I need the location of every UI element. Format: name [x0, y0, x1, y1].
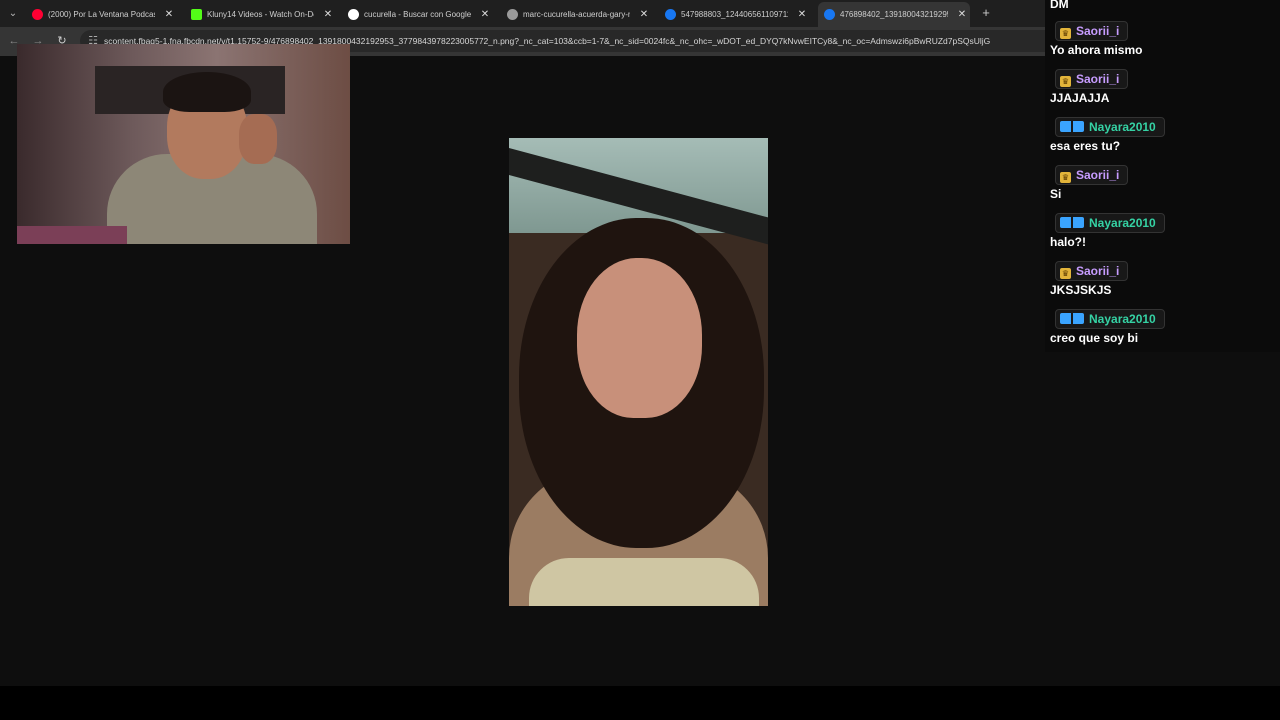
- close-icon[interactable]: ✕: [322, 2, 334, 27]
- globe-icon: [507, 9, 518, 20]
- letterbox-bar: [0, 686, 1280, 720]
- google-icon: [348, 9, 359, 20]
- webcam-person-hand: [239, 114, 277, 164]
- displayed-image[interactable]: [509, 138, 768, 606]
- crown-badge-icon: ♛: [1060, 28, 1071, 39]
- subscriber-badge-icon: [1060, 121, 1084, 132]
- chat-username: ♛ Saorii_i: [1055, 21, 1129, 41]
- tab-kick[interactable]: Kluny14 Videos - Watch On-De ✕: [191, 2, 336, 27]
- tab-article[interactable]: marc-cucurella-acuerda-gary-n ✕: [507, 2, 652, 27]
- chat-message: creo que soy bi: [1050, 331, 1139, 345]
- close-icon[interactable]: ✕: [638, 2, 650, 27]
- chat-username: ♛ Saorii_i: [1055, 165, 1129, 185]
- chat-message: esa eres tu?: [1050, 139, 1121, 153]
- chat-message: Si: [1050, 187, 1062, 201]
- tab-youtube[interactable]: (2000) Por La Ventana Podcast ✕: [32, 2, 177, 27]
- image-shirt-print: [529, 558, 759, 606]
- close-icon[interactable]: ✕: [163, 2, 175, 27]
- tab-title: cucurella - Buscar con Google: [364, 10, 471, 19]
- subscriber-badge-icon: [1060, 217, 1084, 228]
- close-icon[interactable]: ✕: [796, 2, 808, 27]
- webcam-bed: [17, 226, 127, 244]
- close-icon[interactable]: ✕: [956, 2, 968, 27]
- chat-message: Yo ahora mismo: [1050, 43, 1143, 57]
- tab-title: Kluny14 Videos - Watch On-De: [207, 10, 314, 19]
- crown-badge-icon: ♛: [1060, 268, 1071, 279]
- facebook-icon: [665, 9, 676, 20]
- tab-title: marc-cucurella-acuerda-gary-n: [523, 10, 630, 19]
- chat-message: JJAJAJJA: [1050, 91, 1110, 105]
- tab-title: 476898402_139180043219295: [840, 10, 948, 19]
- facebook-icon: [824, 9, 835, 20]
- chat-username: ♛ Saorii_i: [1055, 261, 1129, 281]
- chat-username: Nayara2010: [1055, 117, 1165, 137]
- image-face: [577, 258, 702, 418]
- crown-badge-icon: ♛: [1060, 172, 1071, 183]
- tab-search-button[interactable]: ⌄: [4, 5, 22, 22]
- stream-chat: DM ♛ Saorii_i Yo ahora mismo ♛ Saorii_i JJ…: [1045, 0, 1280, 352]
- chat-message: DM: [1050, 0, 1069, 11]
- tab-facebook-image-1[interactable]: 547988803_124406561109711 ✕: [665, 2, 810, 27]
- tab-google[interactable]: cucurella - Buscar con Google ✕: [348, 2, 493, 27]
- webcam-person-hair: [163, 72, 251, 112]
- tab-facebook-image-2[interactable]: 476898402_139180043219295 ✕: [818, 2, 970, 27]
- chat-username: Nayara2010: [1055, 213, 1165, 233]
- subscriber-badge-icon: [1060, 313, 1084, 324]
- kick-icon: [191, 9, 202, 20]
- chat-username: Nayara2010: [1055, 309, 1165, 329]
- chat-message: halo?!: [1050, 235, 1086, 249]
- tab-title: 547988803_124406561109711: [681, 10, 788, 19]
- crown-badge-icon: ♛: [1060, 76, 1071, 87]
- browser-viewport: ⌄ (2000) Por La Ventana Podcast ✕ Kluny1…: [0, 0, 1280, 686]
- tab-title: (2000) Por La Ventana Podcast: [48, 10, 155, 19]
- new-tab-button[interactable]: +: [979, 4, 993, 22]
- close-icon[interactable]: ✕: [479, 2, 491, 27]
- chat-username: ♛ Saorii_i: [1055, 69, 1129, 89]
- youtube-icon: [32, 9, 43, 20]
- webcam-overlay: [17, 44, 350, 244]
- chat-message: JKSJSKJS: [1050, 283, 1112, 297]
